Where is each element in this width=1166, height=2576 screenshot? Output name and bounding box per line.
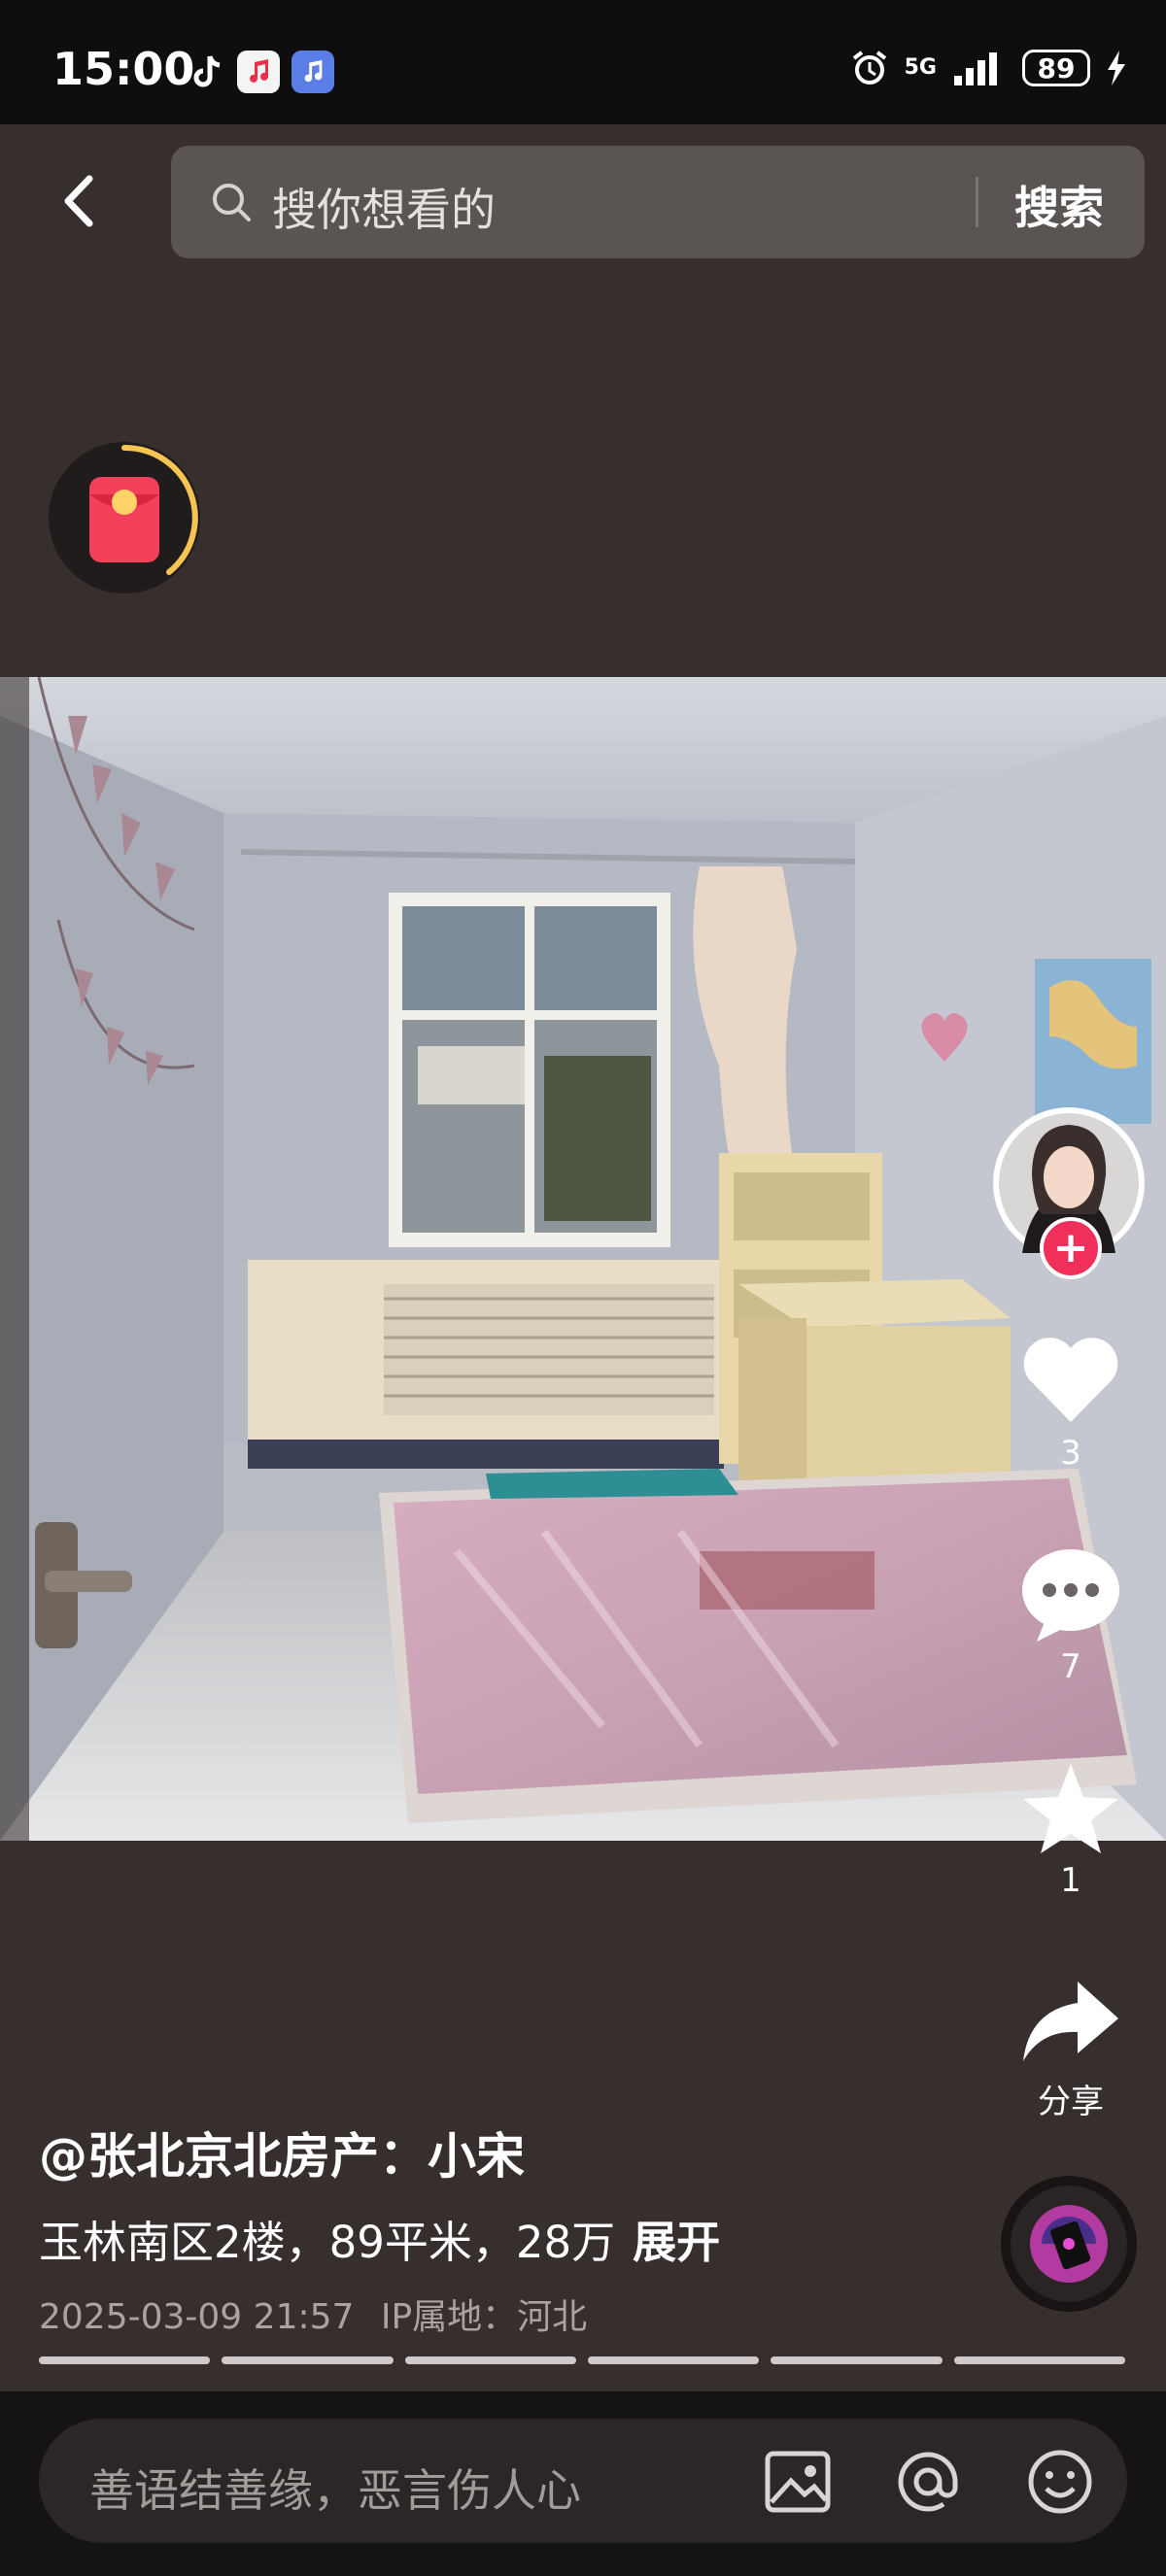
post-meta: 2025-03-09 21:57 IP属地：河北 <box>39 2288 587 2339</box>
emoji-icon[interactable] <box>1022 2444 1098 2520</box>
description-text: 玉林南区2楼，89平米，28万 <box>39 2217 616 2268</box>
comment-input[interactable]: 善语结善缘，恶言伤人心 <box>39 2419 1127 2543</box>
at-mention-icon[interactable] <box>890 2444 966 2520</box>
progress-segment <box>404 2356 576 2364</box>
share-arrow-icon <box>1023 1982 1118 2061</box>
favorite-button[interactable]: 1 <box>995 1760 1147 1900</box>
search-bar[interactable]: 搜你想看的 搜索 <box>171 146 1145 258</box>
progress-segment <box>39 2356 211 2364</box>
follow-button[interactable]: + <box>1040 1217 1102 1279</box>
search-button[interactable]: 搜索 <box>1014 173 1104 237</box>
status-indicators: 5G 89 <box>850 49 1127 87</box>
red-packet-icon <box>89 444 198 575</box>
network-type: 5G <box>904 55 937 80</box>
post-timestamp: 2025-03-09 21:57 <box>39 2297 355 2337</box>
image-icon[interactable] <box>760 2444 836 2520</box>
share-label: 分享 <box>1038 2083 1104 2121</box>
comment-icon <box>1022 1549 1119 1642</box>
comment-placeholder[interactable]: 善语结善缘，恶言伤人心 <box>89 2456 581 2520</box>
music-app-blue-icon <box>292 51 334 93</box>
progress-segment <box>771 2356 943 2364</box>
progress-segment <box>222 2356 394 2364</box>
battery-indicator: 89 <box>1022 50 1090 86</box>
search-divider <box>976 177 978 227</box>
status-time: 15:00 <box>52 43 195 95</box>
back-button[interactable] <box>47 167 115 235</box>
comment-count: 7 <box>1060 1647 1081 1686</box>
music-disc[interactable] <box>1001 2176 1137 2312</box>
star-icon <box>1023 1764 1118 1853</box>
alarm-icon <box>852 51 886 85</box>
search-input[interactable]: 搜你想看的 <box>272 175 496 239</box>
music-disc-icon <box>1011 2186 1127 2302</box>
music-app-icon <box>237 51 280 93</box>
charging-icon <box>1108 51 1125 85</box>
author-name[interactable]: @张北京北房产：小宋 <box>39 2118 525 2187</box>
top-header: 搜你想看的 搜索 <box>0 124 1166 260</box>
share-button[interactable]: 分享 <box>995 1974 1147 2122</box>
post-description: 玉林南区2楼，89平米，28万 展开 <box>39 2207 720 2270</box>
like-count: 3 <box>1060 1434 1081 1473</box>
expand-button[interactable]: 展开 <box>633 2217 720 2268</box>
favorite-count: 1 <box>1060 1861 1081 1900</box>
progress-segment <box>587 2356 760 2364</box>
douyin-app-icon <box>187 51 229 93</box>
progress-segment <box>953 2356 1125 2364</box>
post-photo[interactable] <box>0 677 1166 1841</box>
heart-icon <box>1023 1338 1118 1422</box>
bottom-bar: 善语结善缘，恶言伤人心 <box>0 2391 1166 2576</box>
carousel-progress <box>39 2356 1125 2364</box>
search-icon <box>213 184 251 221</box>
like-button[interactable]: 3 <box>995 1333 1147 1473</box>
comment-button[interactable]: 7 <box>995 1546 1147 1686</box>
ip-location: IP属地：河北 <box>380 2297 588 2337</box>
red-packet-widget[interactable] <box>49 442 200 593</box>
status-bar: 15:00 5G 89 <box>0 0 1166 124</box>
chevron-left-icon <box>64 175 93 227</box>
signal-icon <box>954 52 997 85</box>
bedroom-photo <box>0 677 1166 1841</box>
